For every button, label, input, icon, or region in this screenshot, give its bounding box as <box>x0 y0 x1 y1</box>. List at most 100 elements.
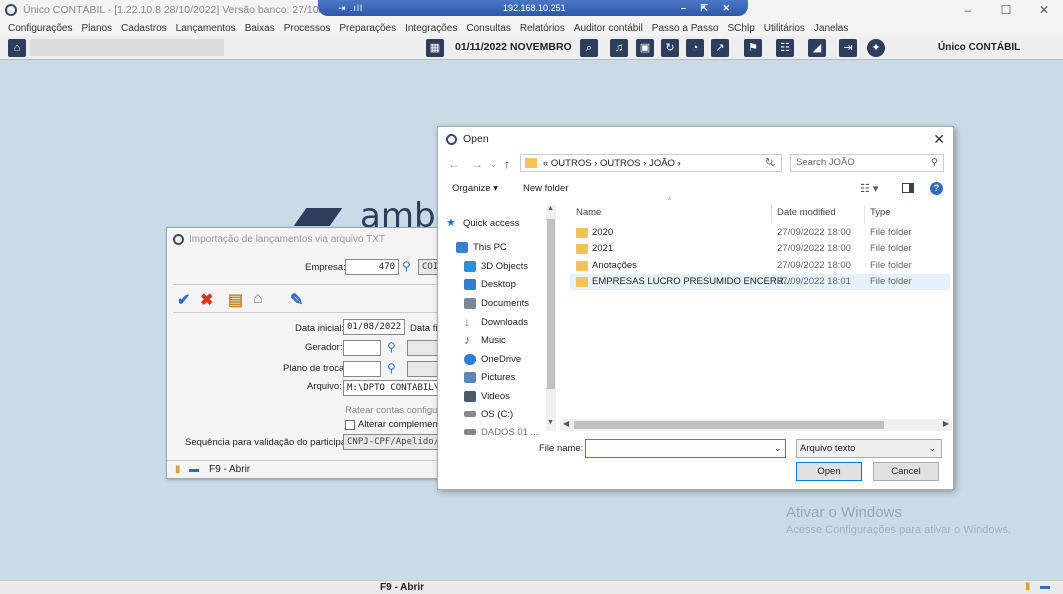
edit-icon[interactable]: ✎ <box>290 290 303 310</box>
address-bar[interactable]: « OUTROS › OUTROS › JOÃO › ⌄ <box>520 154 782 172</box>
menu-auditor[interactable]: Auditor contábil <box>574 23 643 34</box>
toolbar-field[interactable] <box>30 39 224 56</box>
chevron-down-icon[interactable]: ⌄ <box>774 443 782 454</box>
gerador-search-icon[interactable]: ⚲ <box>387 340 396 354</box>
menu-consultas[interactable]: Consultas <box>466 23 510 34</box>
calendar-icon[interactable]: ▤ <box>228 290 243 310</box>
nav-scrollbar[interactable]: ▲ ▼ <box>546 205 556 431</box>
current-date[interactable]: 01/11/2022 NOVEMBRO <box>455 41 572 53</box>
save-icon[interactable]: ▣ <box>636 39 654 57</box>
column-divider[interactable] <box>771 205 772 223</box>
nav-item-dados[interactable]: DADOS 01 ... <box>464 423 539 435</box>
menu-configuracoes[interactable]: Configurações <box>8 23 72 34</box>
help-icon[interactable]: ? <box>930 182 943 195</box>
nav-item-onedrive[interactable]: OneDrive <box>464 350 521 368</box>
recent-chevron-icon[interactable]: ⌄ <box>490 160 497 169</box>
users-icon[interactable]: ☷ <box>776 39 794 57</box>
new-folder-button[interactable]: New folder <box>523 183 568 194</box>
column-header-name[interactable]: Name <box>576 207 601 218</box>
menu-processos[interactable]: Processos <box>284 23 331 34</box>
file-row[interactable]: EMPRESAS LUCRO PRESUMIDO ENCERR... 27/09… <box>570 274 950 290</box>
exit-icon[interactable]: ⇥ <box>839 39 857 57</box>
nav-item-desktop[interactable]: Desktop <box>464 275 516 293</box>
close-button[interactable]: ✕ <box>1025 0 1063 20</box>
breadcrumb[interactable]: « OUTROS › OUTROS › JOÃO › <box>543 158 681 169</box>
search-input[interactable]: Search JOÃO ⚲ <box>790 154 944 172</box>
empresa-input[interactable]: 470 <box>345 259 399 275</box>
nav-item-this-pc[interactable]: This PC <box>456 238 507 256</box>
nav-item-downloads[interactable]: ↓ Downloads <box>464 313 528 331</box>
home-icon[interactable]: ⌂ <box>253 290 263 308</box>
nav-item-os-c[interactable]: OS (C:) <box>464 405 513 423</box>
menu-integracoes[interactable]: Integrações <box>405 23 457 34</box>
file-row[interactable]: Anotações 27/09/2022 18:00 File folder <box>570 258 950 274</box>
organize-button[interactable]: Organize ▾ <box>452 183 498 194</box>
flag-icon[interactable]: ⚑ <box>744 39 762 57</box>
nav-item-3d-objects[interactable]: 3D Objects <box>464 257 528 275</box>
menu-relatorios[interactable]: Relatórios <box>520 23 565 34</box>
menu-preparacoes[interactable]: Preparações <box>339 23 396 34</box>
menu-schlp[interactable]: SChlp <box>728 23 755 34</box>
plano-troca-input[interactable] <box>343 361 381 377</box>
minimize-button[interactable]: – <box>949 0 987 20</box>
preview-pane-icon[interactable] <box>902 183 914 193</box>
remote-pin-icon[interactable]: ⇥ .ıll <box>338 3 363 14</box>
megaphone-icon[interactable]: ◢ <box>808 39 826 57</box>
gerador-input[interactable] <box>343 340 381 356</box>
scroll-down-icon[interactable]: ▼ <box>547 419 554 426</box>
column-header-type[interactable]: Type <box>870 207 891 218</box>
forward-arrow-icon[interactable]: → <box>471 157 483 171</box>
menu-janelas[interactable]: Janelas <box>814 23 848 34</box>
nav-item-pictures[interactable]: Pictures <box>464 368 515 386</box>
menu-lancamentos[interactable]: Lançamentos <box>176 23 236 34</box>
file-row[interactable]: 2021 27/09/2022 18:00 File folder <box>570 241 950 257</box>
scroll-left-icon[interactable]: ◀ <box>563 419 569 428</box>
calendar-icon[interactable]: ▦ <box>426 39 444 57</box>
menu-passo-a-passo[interactable]: Passo a Passo <box>652 23 719 34</box>
shield-icon[interactable]: ✦ <box>867 39 885 57</box>
home-icon[interactable]: ⌂ <box>8 39 26 57</box>
data-inicial-input[interactable]: 01/08/2022 <box>343 319 405 335</box>
file-type-select[interactable]: Arquivo texto ⌄ <box>796 439 942 458</box>
menu-planos[interactable]: Planos <box>81 23 112 34</box>
scroll-thumb[interactable] <box>574 421 884 429</box>
menu-utilitarios[interactable]: Utilitários <box>764 23 805 34</box>
remote-session-bar[interactable]: ⇥ .ıll 192.168.10.251 – ⇱ ✕ <box>318 0 748 16</box>
sequencia-select[interactable]: CNPJ-CPF/Apelido/ <box>343 434 442 450</box>
file-name-input[interactable] <box>585 439 786 458</box>
refresh-icon[interactable]: ↻ <box>765 157 773 168</box>
cancel-icon[interactable]: ✖ <box>200 290 213 310</box>
search-icon[interactable]: ⌕ <box>580 39 598 57</box>
scroll-up-icon[interactable]: ▲ <box>547 205 554 212</box>
scroll-thumb[interactable] <box>547 219 555 389</box>
plano-search-icon[interactable]: ⚲ <box>387 361 396 375</box>
file-row[interactable]: 2020 27/09/2022 18:00 File folder <box>570 225 950 241</box>
remote-controls[interactable]: – ⇱ ✕ <box>681 3 736 14</box>
view-options-icon[interactable]: ☷ ▾ <box>860 182 878 195</box>
nav-item-music[interactable]: ♪ Music <box>464 331 506 349</box>
arquivo-input[interactable]: M:\DPTO CONTABIL\ <box>343 380 442 396</box>
close-icon[interactable]: ✕ <box>933 131 945 148</box>
horizontal-scrollbar[interactable]: ◀ ▶ <box>560 419 952 431</box>
open-button[interactable]: Open <box>796 462 862 481</box>
maximize-button[interactable]: ☐ <box>987 0 1025 20</box>
nav-item-documents[interactable]: Documents <box>464 294 529 312</box>
export-icon[interactable]: ↗ <box>711 39 729 57</box>
refresh-icon[interactable]: ↻ <box>661 39 679 57</box>
rss-icon[interactable]: ◔ <box>686 39 704 57</box>
column-divider[interactable] <box>864 205 865 223</box>
cancel-button[interactable]: Cancel <box>873 462 939 481</box>
nav-item-videos[interactable]: Videos <box>464 387 510 405</box>
alterar-checkbox[interactable] <box>345 420 355 430</box>
bell-icon[interactable]: ♫ <box>610 39 628 57</box>
menu-cadastros[interactable]: Cadastros <box>121 23 167 34</box>
confirm-icon[interactable]: ✔ <box>177 290 190 310</box>
footer-hint[interactable]: F9 - Abrir <box>209 464 250 475</box>
nav-item-quick-access[interactable]: ★ Quick access <box>446 214 520 232</box>
scroll-right-icon[interactable]: ▶ <box>943 419 949 428</box>
back-arrow-icon[interactable]: ← <box>448 157 460 171</box>
up-arrow-icon[interactable]: ↑ <box>504 157 510 171</box>
menu-baixas[interactable]: Baixas <box>245 23 275 34</box>
empresa-search-icon[interactable]: ⚲ <box>402 259 411 273</box>
column-header-date[interactable]: Date modified <box>777 207 836 218</box>
